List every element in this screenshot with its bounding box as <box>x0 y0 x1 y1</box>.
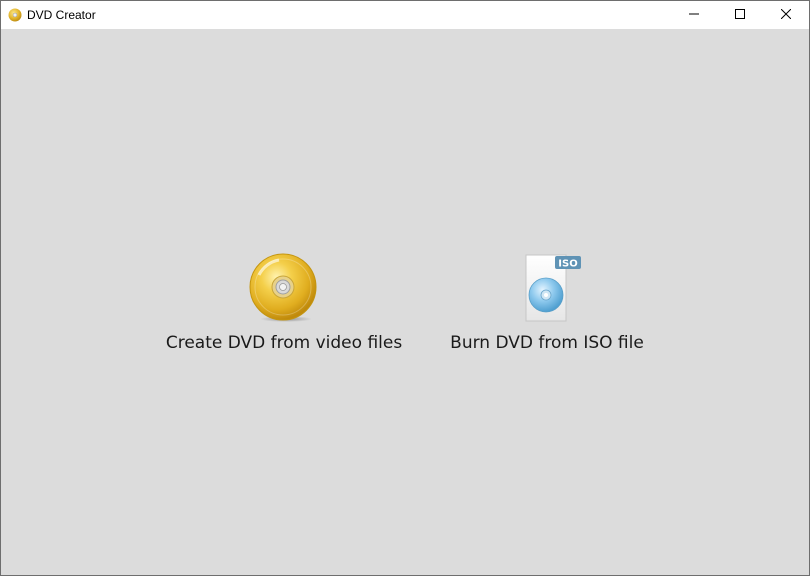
gold-dvd-disc-icon <box>249 253 319 323</box>
iso-file-icon: ISO <box>512 253 582 323</box>
close-icon <box>780 6 792 24</box>
title-bar[interactable]: DVD Creator <box>1 1 809 29</box>
window-title: DVD Creator <box>27 8 96 22</box>
dvd-creator-window: DVD Creator Create DVD from video files … <box>0 0 810 576</box>
iso-badge-text: ISO <box>558 259 577 270</box>
minimize-button[interactable] <box>671 1 717 29</box>
create-dvd-from-video-button[interactable]: Create DVD from video files <box>166 253 402 353</box>
minimize-icon <box>689 6 699 24</box>
close-button[interactable] <box>763 1 809 29</box>
burn-dvd-label: Burn DVD from ISO file <box>450 333 644 353</box>
main-panel: Create DVD from video files ISO Burn DVD… <box>1 29 809 575</box>
burn-dvd-from-iso-button[interactable]: ISO Burn DVD from ISO file <box>449 253 645 353</box>
window-controls <box>671 1 809 29</box>
create-dvd-label: Create DVD from video files <box>165 333 403 353</box>
maximize-icon <box>735 6 745 24</box>
maximize-button[interactable] <box>717 1 763 29</box>
app-disc-icon <box>7 7 23 23</box>
